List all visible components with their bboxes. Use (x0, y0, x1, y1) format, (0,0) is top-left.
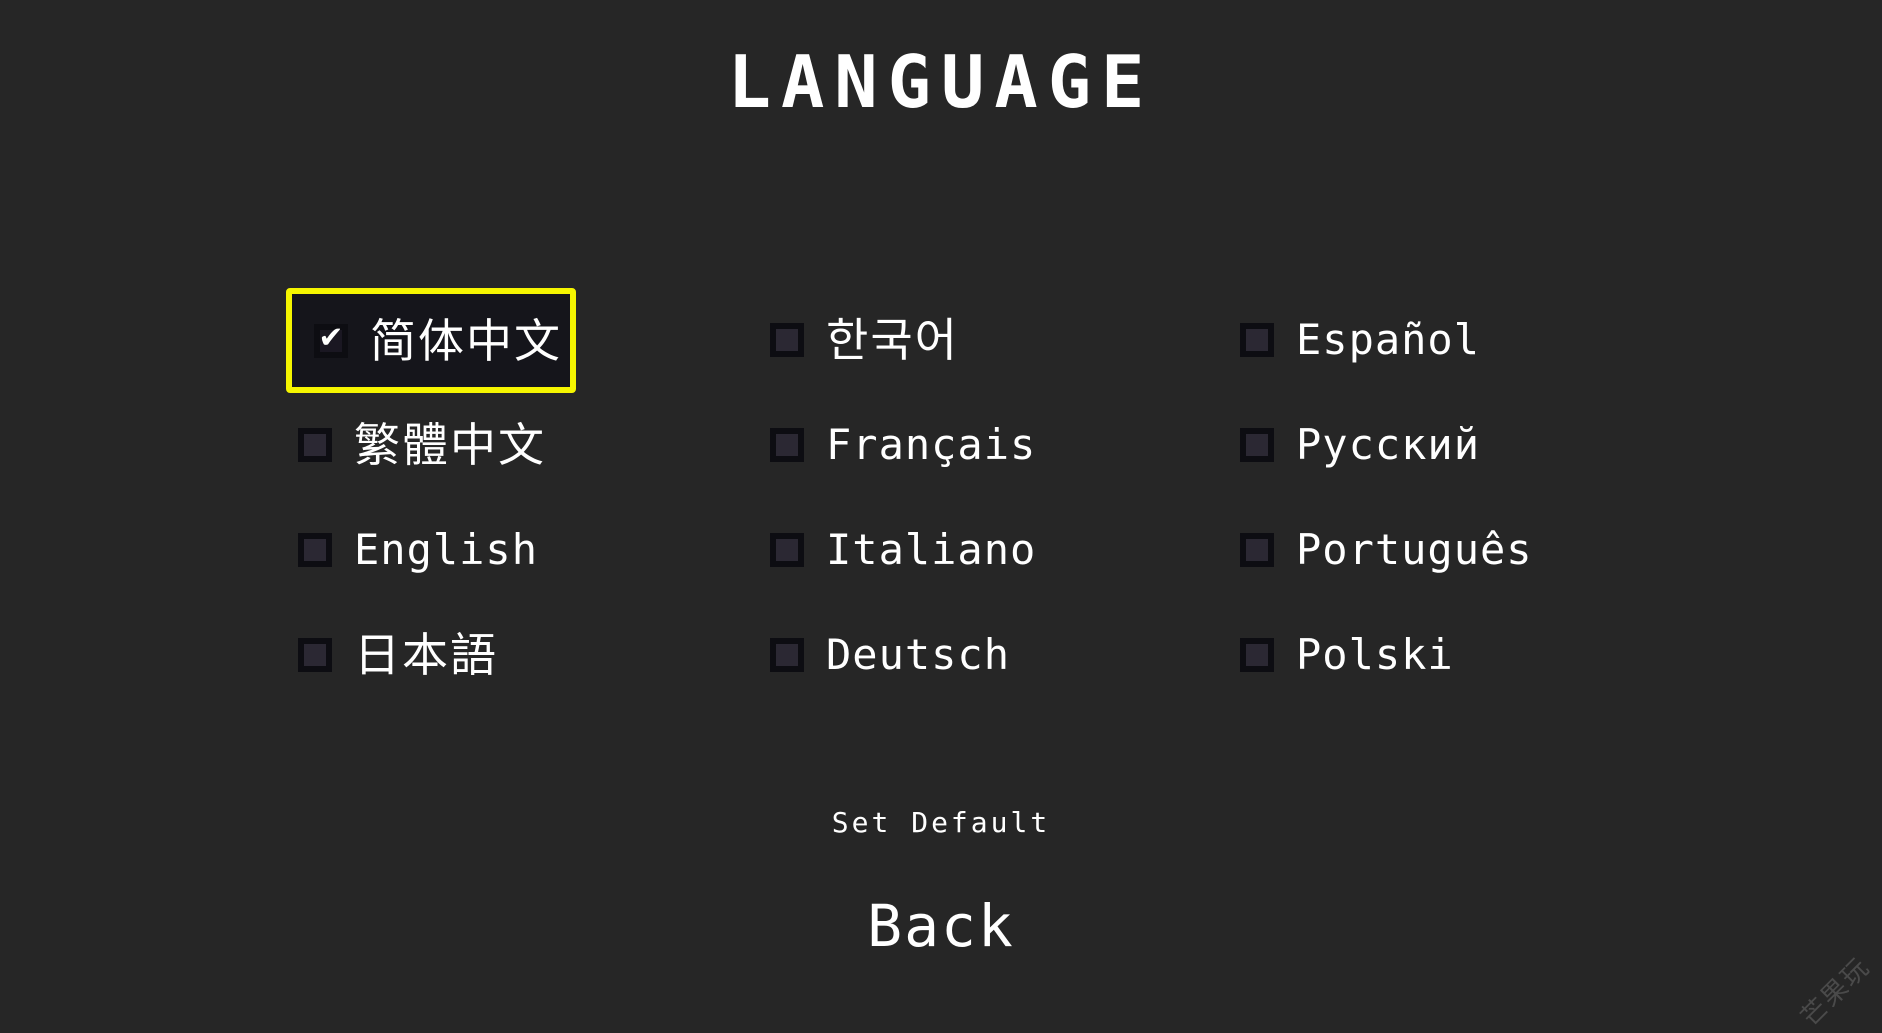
language-option[interactable]: Español (1226, 296, 1576, 384)
language-label: Русский (1296, 420, 1481, 469)
checkbox-inner (776, 329, 798, 351)
language-label: Italiano (826, 525, 1037, 574)
checkbox-checked-icon[interactable]: ✔ (314, 320, 348, 358)
language-label: 繁體中文 (354, 418, 546, 472)
language-label: Deutsch (826, 630, 1011, 679)
checkbox-icon[interactable] (1240, 323, 1274, 357)
checkbox-inner (1246, 539, 1268, 561)
checkbox-icon[interactable] (770, 323, 804, 357)
language-label: Polski (1296, 630, 1454, 679)
checkbox-icon[interactable] (1240, 638, 1274, 672)
language-label: 日本語 (354, 628, 498, 682)
checkbox-icon[interactable] (1240, 533, 1274, 567)
checkbox-inner (304, 644, 326, 666)
language-option[interactable]: 한국어 (756, 296, 1106, 384)
language-option[interactable]: Polski (1226, 611, 1576, 699)
language-option[interactable]: Italiano (756, 506, 1106, 594)
checkbox-icon[interactable] (298, 533, 332, 567)
checkbox-inner (776, 644, 798, 666)
language-option[interactable]: English (286, 506, 636, 594)
page-title: LANGUAGE (727, 40, 1155, 124)
language-option[interactable]: Русский (1226, 401, 1576, 489)
language-option[interactable]: Français (756, 401, 1106, 489)
back-button[interactable]: Back (0, 892, 1882, 960)
checkbox-icon[interactable] (298, 638, 332, 672)
checkbox-inner (776, 539, 798, 561)
set-default-button[interactable]: Set Default (0, 806, 1882, 839)
language-option[interactable]: 日本語 (286, 611, 636, 699)
checkbox-inner (304, 434, 326, 456)
language-label: Español (1296, 315, 1481, 364)
language-option[interactable]: Deutsch (756, 611, 1106, 699)
language-option[interactable]: 繁體中文 (286, 401, 636, 489)
language-label: 한국어 (826, 313, 959, 367)
checkbox-inner (1246, 644, 1268, 666)
checkbox-inner (304, 539, 326, 561)
language-label: Português (1296, 525, 1533, 574)
language-option[interactable]: Português (1226, 506, 1576, 594)
checkbox-inner (776, 434, 798, 456)
checkbox-inner (1246, 434, 1268, 456)
language-label: Français (826, 420, 1037, 469)
checkbox-icon[interactable] (770, 428, 804, 462)
checkbox-icon[interactable] (298, 428, 332, 462)
language-grid: ✔ 简体中文 한국어 Español 繁體中文 Français Русский Englis… (286, 288, 1646, 716)
language-label: 简体中文 (370, 313, 562, 368)
language-label: English (354, 525, 539, 574)
watermark: 芒果玩 (1795, 951, 1877, 1033)
checkbox-icon[interactable] (770, 638, 804, 672)
language-option[interactable]: ✔ 简体中文 (286, 288, 576, 393)
checkbox-inner (1246, 329, 1268, 351)
checkbox-icon[interactable] (770, 533, 804, 567)
check-icon: ✔ (318, 320, 344, 356)
checkbox-icon[interactable] (1240, 428, 1274, 462)
